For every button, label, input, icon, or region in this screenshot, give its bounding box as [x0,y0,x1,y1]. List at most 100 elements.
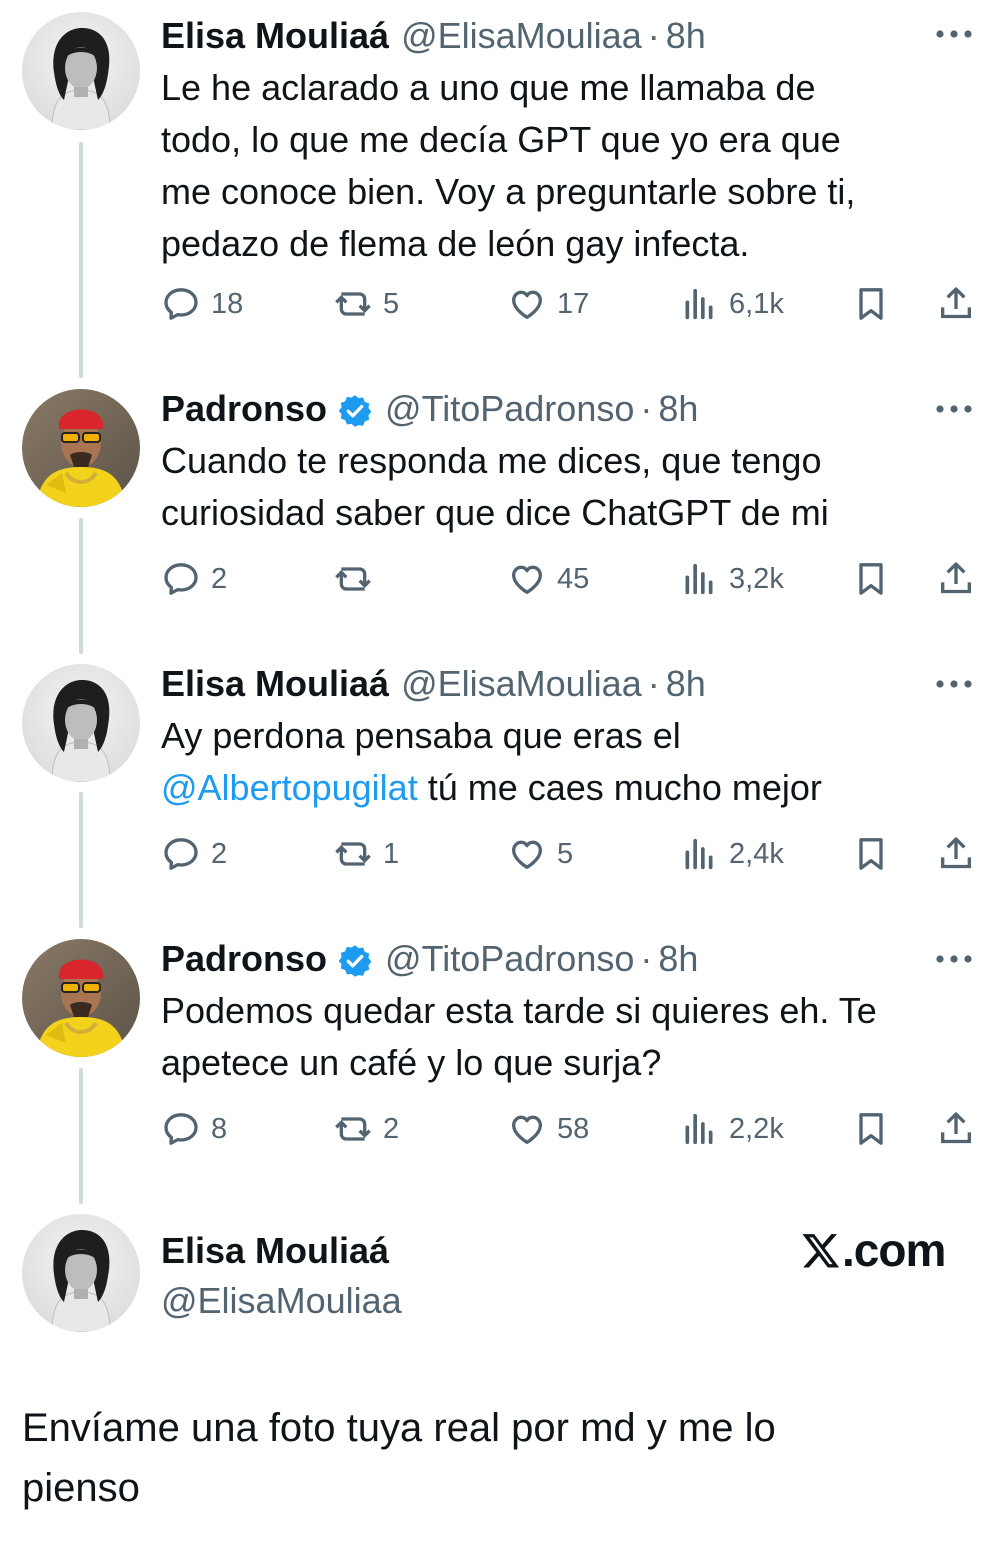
user-handle[interactable]: @ElisaMouliaa [161,1276,402,1326]
views-count: 2,2k [729,1112,784,1145]
bookmark-button[interactable] [851,1107,891,1151]
repost-icon [335,292,371,316]
like-icon [511,565,542,594]
views-button[interactable]: 2,2k [679,1107,784,1151]
tweet-actions: 8 2 58 2,2k [161,1107,981,1151]
like-button[interactable]: 17 [507,282,589,326]
avatar[interactable] [22,664,140,782]
more-icon[interactable] [934,951,974,963]
thread-line [79,142,83,378]
views-icon [685,838,713,870]
bookmark-button[interactable] [851,832,891,876]
repost-count: 5 [383,287,400,320]
repost-button[interactable]: 2 [333,1107,399,1151]
timestamp[interactable]: 8h [666,10,706,62]
reply-button[interactable]: 2 [161,557,227,601]
more-icon[interactable] [934,676,974,688]
verified-badge-icon [337,391,373,427]
tweet-text-line: Le he aclarado a uno que me llamaba de [161,67,816,108]
reply-button[interactable]: 2 [161,832,227,876]
tweet-actions: 2 45 3,2k [161,557,981,601]
more-icon[interactable] [934,26,974,38]
bookmark-icon [859,563,883,595]
display-name[interactable]: Elisa Mouliaá [161,10,389,62]
tweet-text-line: Ay perdona pensaba que eras el [161,715,681,756]
share-button[interactable] [936,832,976,876]
timestamp[interactable]: 8h [666,658,706,710]
tweet-header: Elisa Mouliaá @ElisaMouliaa · 8h [161,658,706,710]
focused-tweet-text: Envíame una foto tuya real por md y me l… [22,1398,972,1518]
tweet-text-line: Cuando te responda me dices, que tengo [161,440,822,481]
bookmark-icon [859,1113,883,1145]
share-icon [941,562,971,594]
like-count: 58 [557,1112,590,1145]
user-handle[interactable]: @ElisaMouliaa [401,10,642,62]
bookmark-icon [859,288,883,320]
share-button[interactable] [936,282,976,326]
like-button[interactable]: 5 [507,832,573,876]
separator: · [640,388,653,429]
reply-icon [164,288,198,320]
timestamp[interactable]: 8h [658,383,698,435]
user-handle[interactable]: @TitoPadronso [385,383,634,435]
tweet-text-line: Podemos quedar esta tarde si quieres eh.… [161,990,877,1031]
display-name[interactable]: Padronso [161,383,327,435]
reply-icon [164,1113,198,1145]
share-button[interactable] [936,557,976,601]
more-icon[interactable] [934,401,974,413]
reply-button[interactable]: 18 [161,282,243,326]
views-count: 6,1k [729,287,784,320]
bookmark-icon [859,838,883,870]
views-button[interactable]: 3,2k [679,557,784,601]
mention-link[interactable]: @Albertopugilat [161,767,418,808]
like-button[interactable]: 45 [507,557,589,601]
tweet-text-line: @Albertopugilat tú me caes mucho mejor [161,762,961,814]
repost-icon [335,842,371,866]
tweet-actions: 2 1 5 2,4k [161,832,981,876]
display-name[interactable]: Padronso [161,933,327,985]
reply-button[interactable]: 8 [161,1107,227,1151]
brand-watermark: .com [800,1222,946,1278]
x-logo-icon [802,1234,840,1268]
share-icon [941,837,971,869]
avatar[interactable] [22,12,140,130]
avatar[interactable] [22,1214,140,1332]
tweet-text: Ay perdona pensaba que eras el @Albertop… [161,710,961,814]
like-icon [511,290,542,319]
tweet-header: Elisa Mouliaá @ElisaMouliaa · 8h [161,10,706,62]
display-name[interactable]: Elisa Mouliaá [161,1226,389,1276]
user-handle[interactable]: @ElisaMouliaa [401,658,642,710]
thread-line [79,1068,83,1204]
views-button[interactable]: 6,1k [679,282,784,326]
like-count: 17 [557,287,590,320]
timestamp[interactable]: 8h [658,933,698,985]
tweet-actions: 18 5 17 6,1k [161,282,981,326]
repost-button[interactable] [333,557,383,601]
thread-line [79,518,83,654]
avatar[interactable] [22,939,140,1057]
views-count: 2,4k [729,837,784,870]
share-icon [941,287,971,319]
repost-icon [335,1117,371,1141]
views-button[interactable]: 2,4k [679,832,784,876]
repost-button[interactable]: 1 [333,832,399,876]
reply-icon [164,563,198,595]
display-name[interactable]: Elisa Mouliaá [161,658,389,710]
thread-line [79,792,83,928]
separator: · [640,938,653,979]
like-button[interactable]: 58 [507,1107,589,1151]
tweet-text-fragment: tú me caes mucho mejor [417,767,822,808]
reply-count: 18 [211,287,244,320]
views-icon [685,563,713,595]
tweet-text: Le he aclarado a uno que me llamaba de t… [161,62,961,270]
brand-text: .com [842,1224,946,1276]
avatar[interactable] [22,389,140,507]
share-button[interactable] [936,1107,976,1151]
bookmark-button[interactable] [851,282,891,326]
like-icon [511,1115,542,1144]
bookmark-button[interactable] [851,557,891,601]
tweet-text-line: pienso [22,1466,140,1510]
user-handle[interactable]: @TitoPadronso [385,933,634,985]
tweet-text-line: Envíame una foto tuya real por md y me l… [22,1406,776,1450]
repost-button[interactable]: 5 [333,282,399,326]
